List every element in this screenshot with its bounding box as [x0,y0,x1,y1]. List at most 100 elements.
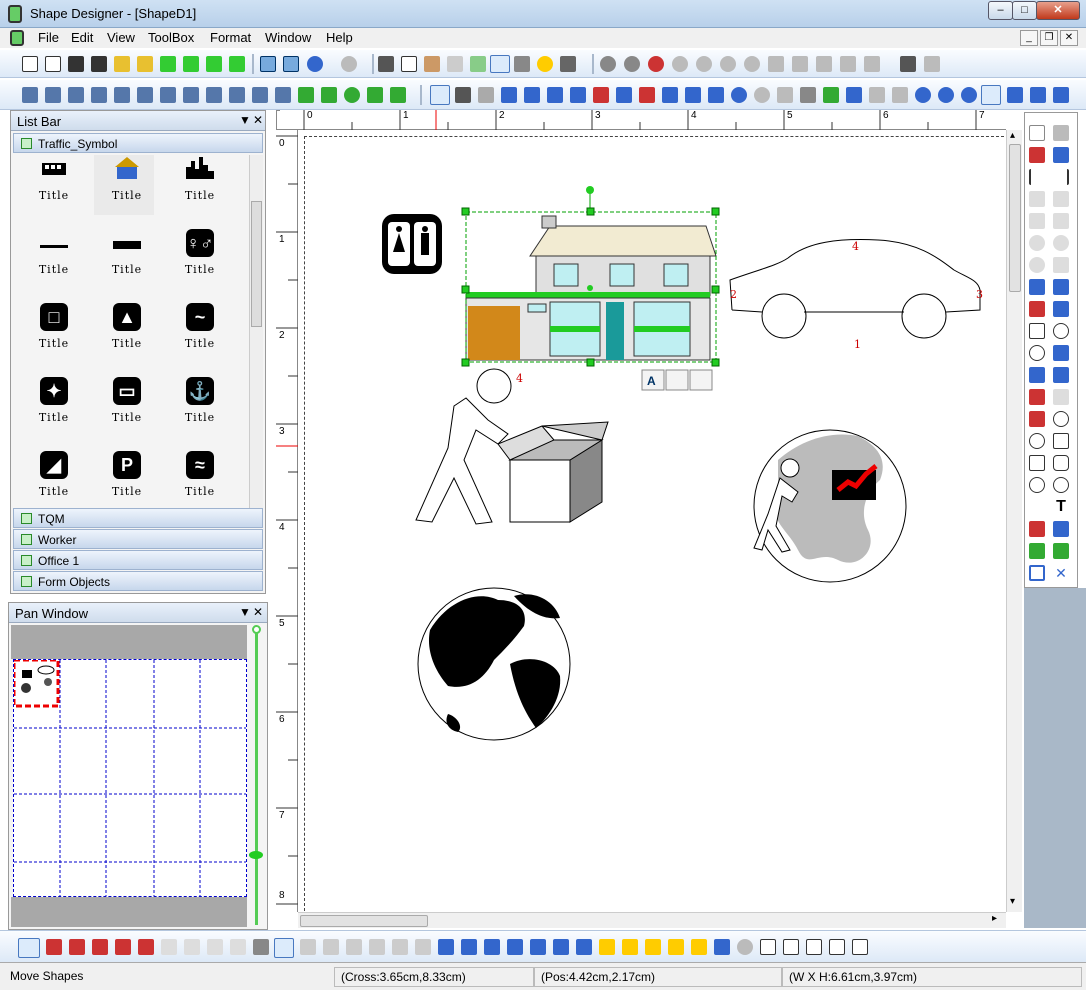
rounded-rect-icon[interactable] [1053,455,1069,471]
connector-9-icon[interactable] [206,87,222,103]
house-shape[interactable] [461,186,720,367]
spiral-icon[interactable] [1053,235,1069,251]
list-bar-scrollbar[interactable] [249,155,263,509]
pan-hand-icon[interactable] [777,87,793,103]
table-5-icon[interactable] [852,939,868,955]
minimize-button[interactable]: – [988,1,1013,20]
skew-icon[interactable] [184,939,200,955]
pointer-plus-icon[interactable] [560,56,576,72]
node-edit-icon[interactable] [1053,147,1069,163]
send-back-icon[interactable] [622,939,638,955]
brush-tool-icon[interactable] [1053,345,1069,361]
arrow-line-icon[interactable] [1053,301,1069,317]
list-bar-dropdown-icon[interactable]: ▼ [239,113,251,127]
same-size-icon[interactable] [576,939,592,955]
symbol-rail[interactable]: Title [21,229,81,289]
zoom-page-icon[interactable] [981,85,1001,105]
freehand-icon[interactable] [1053,213,1069,229]
page-view-icon[interactable] [490,55,510,73]
save-icon[interactable] [68,56,84,72]
zoom-custom-icon[interactable] [1053,87,1069,103]
group-tqm[interactable]: TQM [13,508,263,528]
symbol-city[interactable]: Title [167,155,227,215]
pie-icon[interactable] [1029,477,1045,493]
move-icon[interactable] [547,87,563,103]
join-icon[interactable] [744,56,760,72]
hand-tool-icon[interactable] [924,56,940,72]
pen-tool-icon[interactable] [1053,367,1069,383]
style-icon[interactable] [737,939,753,955]
send-backward-icon[interactable] [668,939,684,955]
curve-connector-icon[interactable] [367,87,383,103]
corner-icon[interactable] [616,87,632,103]
symbol-bus[interactable]: Title [21,155,81,215]
connector-5-icon[interactable] [114,87,130,103]
list-bar-close-icon[interactable]: ✕ [253,113,263,127]
menu-help[interactable]: Help [326,30,353,45]
double-arrow-icon[interactable] [1029,301,1045,317]
table-4-icon[interactable] [829,939,845,955]
label-icon[interactable] [1029,411,1045,427]
rotate-left-icon[interactable] [92,939,108,955]
angle-icon[interactable] [1053,279,1069,295]
unlock-icon[interactable] [274,938,294,958]
center-vertical-icon[interactable] [461,939,477,955]
table-1-icon[interactable] [760,939,776,955]
shadow-icon[interactable] [869,87,885,103]
group-form-objects[interactable]: Form Objects [13,571,263,591]
align-left-icon[interactable] [300,939,316,955]
pan-window-dropdown-icon[interactable]: ▼ [239,605,251,619]
knife-icon[interactable] [1053,389,1069,405]
menu-toolbox[interactable]: ToolBox [148,30,194,45]
ellipse-icon[interactable] [1053,411,1069,427]
connector-14-icon[interactable] [321,87,337,103]
redo-icon[interactable] [341,56,357,72]
edit-text-icon[interactable] [1053,521,1069,537]
size-icon[interactable] [524,87,540,103]
magnifier-icon[interactable] [754,87,770,103]
connector-12-icon[interactable] [275,87,291,103]
pan-overview[interactable] [13,659,247,897]
connector-1-icon[interactable] [22,87,38,103]
paste-icon[interactable] [424,56,440,72]
diagonal-line-icon[interactable] [1053,169,1069,185]
frame-icon[interactable] [708,87,724,103]
vertical-scrollbar[interactable]: ▴ ▾ [1006,130,1022,912]
group-worker[interactable]: Worker [13,529,263,549]
arc-icon[interactable] [1029,235,1045,251]
circle-icon[interactable] [1029,433,1045,449]
new-document-icon[interactable] [45,56,61,72]
connector-8-icon[interactable] [183,87,199,103]
callout-round-icon[interactable] [1053,323,1069,339]
bring-front-icon[interactable] [599,939,615,955]
close-toolbox-icon[interactable]: ✕ [1053,565,1069,581]
connector-11-icon[interactable] [252,87,268,103]
rectangle-tool-icon[interactable] [685,87,701,103]
delete-library-icon[interactable] [206,56,222,72]
break-icon[interactable] [768,56,784,72]
symbol-parking[interactable]: P Title [94,451,154,511]
connector-6-icon[interactable] [137,87,153,103]
flag-icon[interactable] [1029,521,1045,537]
save-all-icon[interactable] [91,56,107,72]
eraser-icon[interactable] [1029,389,1045,405]
dimension-icon[interactable] [1053,257,1069,273]
window-frame-icon[interactable] [1029,565,1045,581]
new-icon[interactable] [22,56,38,72]
layers-icon[interactable] [823,87,839,103]
undo-icon[interactable] [307,56,323,72]
connector-2-icon[interactable] [45,87,61,103]
flip-icon[interactable] [46,939,62,955]
distribute-h-icon[interactable] [484,939,500,955]
zoom-slider[interactable] [249,625,263,927]
globe-tool-icon[interactable] [1029,543,1045,559]
open-library-icon[interactable] [183,56,199,72]
connector-4-icon[interactable] [91,87,107,103]
image-icon[interactable] [1053,543,1069,559]
rectangle-icon[interactable] [1053,433,1069,449]
new-library-icon[interactable] [160,56,176,72]
properties-icon[interactable] [800,87,816,103]
vertical-ruler[interactable]: 0 1 2 3 4 5 6 7 8 [276,130,298,912]
symbol-anchor[interactable]: ⚓ Title [167,377,227,437]
align-center-icon[interactable] [323,939,339,955]
